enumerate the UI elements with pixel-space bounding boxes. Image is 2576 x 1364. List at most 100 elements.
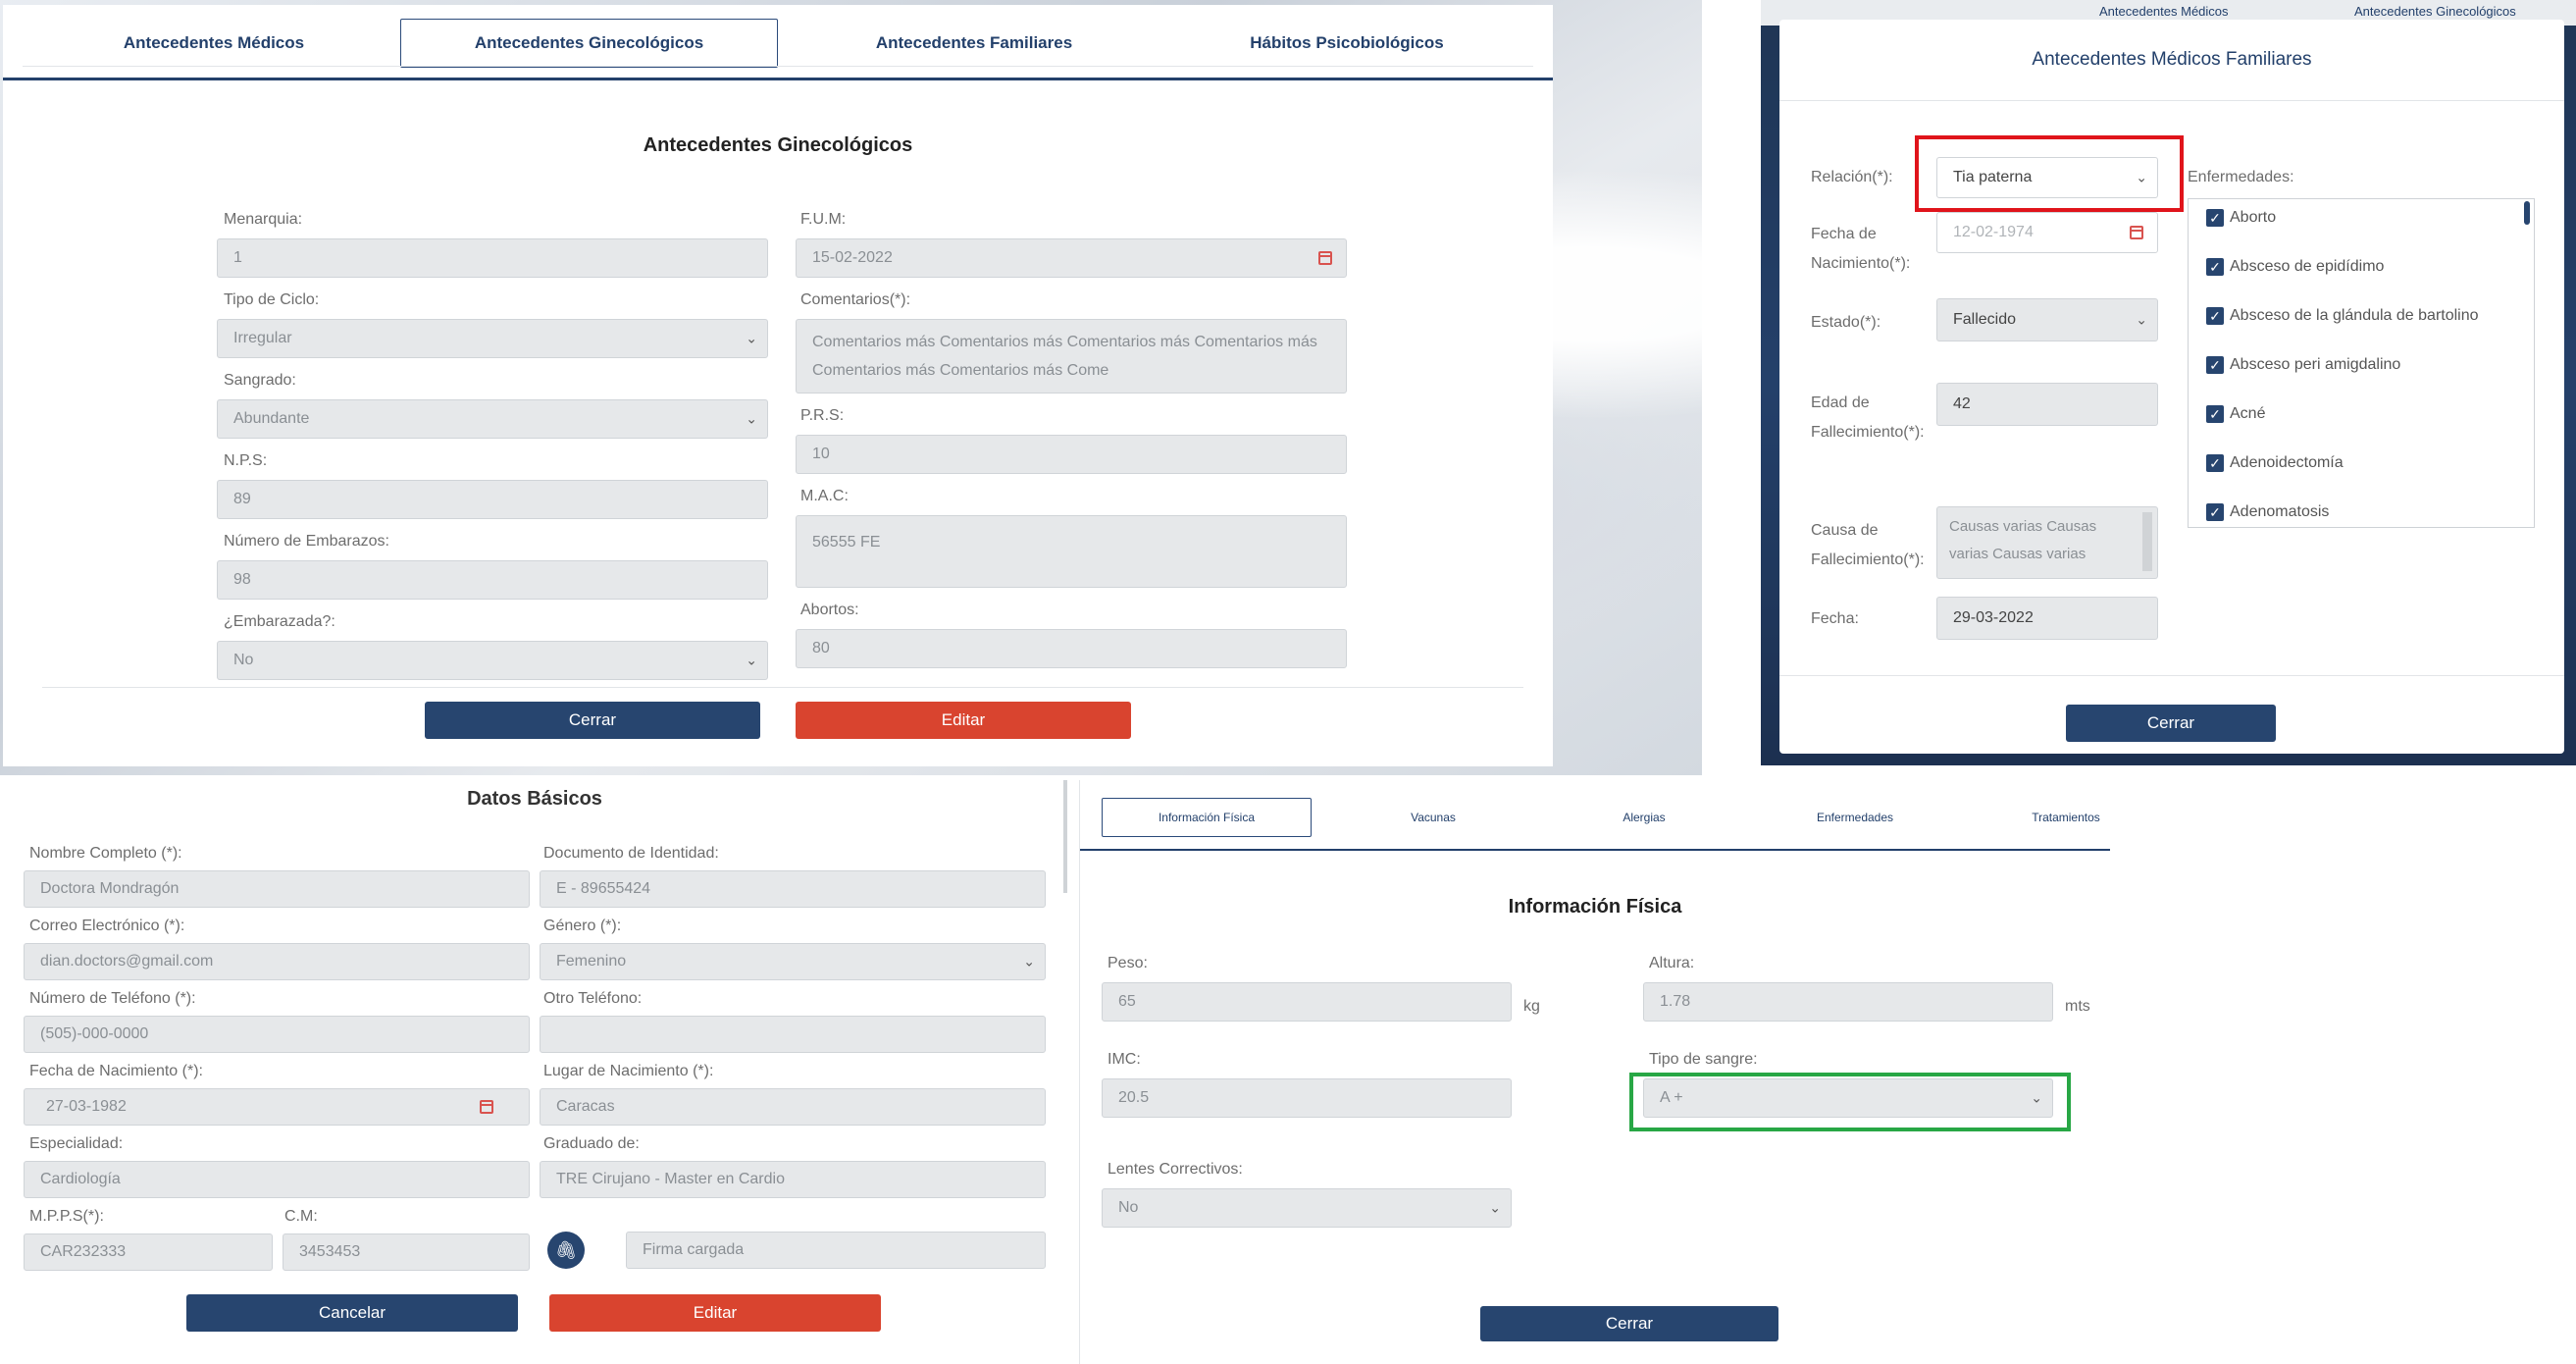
prs-label: P.R.S: [800, 407, 845, 424]
relacion-highlight [1915, 135, 2184, 212]
prs-input[interactable]: 10 [796, 435, 1347, 474]
causa-scrollbar[interactable] [2142, 512, 2152, 571]
checkbox-checked-icon[interactable]: ✓ [2206, 454, 2224, 472]
tipo-sangre-label: Tipo de sangre: [1649, 1051, 1758, 1068]
cerrar-button[interactable]: Cerrar [1480, 1306, 1778, 1341]
firma-input[interactable]: Firma cargada [626, 1232, 1046, 1269]
sangrado-label: Sangrado: [224, 372, 296, 389]
correo-input[interactable]: dian.doctors@gmail.com [24, 943, 530, 980]
fum-label: F.U.M: [800, 211, 847, 228]
calendar-icon[interactable] [480, 1100, 493, 1114]
enfermedad-item[interactable]: ✓ Adenomatosis [2206, 503, 2329, 521]
correo-label: Correo Electrónico (*): [29, 918, 185, 934]
tab-antecedentes-familiares[interactable]: Antecedentes Familiares [827, 19, 1121, 68]
list-scrollbar[interactable] [2524, 201, 2530, 225]
comentarios-textarea[interactable]: Comentarios más Comentarios más Comentar… [796, 319, 1347, 393]
edad-label-2: Fallecimiento(*): [1811, 424, 1925, 441]
nps-input[interactable]: 89 [217, 480, 768, 519]
documento-input[interactable]: E - 89655424 [540, 870, 1046, 908]
calendar-icon[interactable] [1318, 251, 1332, 265]
especialidad-label: Especialidad: [29, 1135, 124, 1152]
lentes-select[interactable]: No ⌄ [1102, 1188, 1512, 1228]
tab-alergias[interactable]: Alergias [1566, 798, 1723, 837]
sangrado-value: Abundante [233, 410, 310, 427]
paperclip-icon[interactable]: 🖇 [547, 1232, 585, 1269]
estado-label: Estado(*): [1811, 314, 1881, 331]
menarquia-input[interactable]: 1 [217, 238, 768, 278]
graduado-input[interactable]: TRE Cirujano - Master en Cardio [540, 1161, 1046, 1198]
fecha-nac-input[interactable]: 12-02-1974 [1936, 212, 2158, 253]
fecha-nac-label-2: Nacimiento(*): [1811, 255, 1911, 272]
fecha-nac-label-1: Fecha de [1811, 226, 1877, 242]
enfermedad-item[interactable]: ✓ Absceso peri amigdalino [2206, 356, 2400, 374]
fum-date-input[interactable]: 15-02-2022 [796, 238, 1347, 278]
comentarios-label: Comentarios(*): [800, 291, 911, 308]
num-embarazos-input[interactable]: 98 [217, 560, 768, 600]
mac-textarea[interactable]: 56555 FE [796, 515, 1347, 588]
editar-button[interactable]: Editar [796, 702, 1131, 739]
causa-textarea[interactable]: Causas varias Causas varias Causas varia… [1936, 506, 2158, 579]
editar-button[interactable]: Editar [549, 1294, 881, 1332]
fecha-nac-input[interactable]: 27-03-1982 [24, 1088, 530, 1126]
tab-antecedentes-ginecologicos[interactable]: Antecedentes Ginecológicos [400, 19, 778, 68]
relacion-label: Relación(*): [1811, 169, 1893, 185]
edad-input[interactable]: 42 [1936, 383, 2158, 426]
checkbox-checked-icon[interactable]: ✓ [2206, 405, 2224, 423]
fecha-input[interactable]: 29-03-2022 [1936, 597, 2158, 640]
tab-antecedentes-medicos[interactable]: Antecedentes Médicos [91, 19, 336, 68]
tab-enfermedades[interactable]: Enfermedades [1777, 798, 1933, 837]
enfermedades-list[interactable]: ✓ Aborto ✓ Absceso de epidídimo ✓ Absceso d… [2188, 198, 2535, 528]
mpps-input[interactable]: CAR232333 [24, 1233, 273, 1271]
embarazada-label: ¿Embarazada?: [224, 613, 335, 630]
calendar-icon[interactable] [2130, 226, 2143, 239]
sangrado-select[interactable]: Abundante ⌄ [217, 399, 768, 439]
tipo-ciclo-label: Tipo de Ciclo: [224, 291, 320, 308]
checkbox-checked-icon[interactable]: ✓ [2206, 209, 2224, 227]
enfermedad-item[interactable]: ✓ Absceso de la glándula de bartolino [2206, 307, 2479, 325]
abortos-input[interactable]: 80 [796, 629, 1347, 668]
especialidad-input[interactable]: Cardiología [24, 1161, 530, 1198]
embarazada-select[interactable]: No ⌄ [217, 641, 768, 680]
cerrar-button[interactable]: Cerrar [425, 702, 760, 739]
lugar-nac-label: Lugar de Nacimiento (*): [543, 1063, 714, 1079]
tab-informacion-fisica[interactable]: Información Física [1102, 798, 1312, 837]
edad-label-1: Edad de [1811, 394, 1870, 411]
abortos-label: Abortos: [800, 602, 859, 618]
imc-input[interactable]: 20.5 [1102, 1078, 1512, 1118]
menarquia-label: Menarquia: [224, 211, 303, 228]
lugar-nac-input[interactable]: Caracas [540, 1088, 1046, 1126]
checkbox-checked-icon[interactable]: ✓ [2206, 356, 2224, 374]
modal-title: Antecedentes Médicos Familiares [2032, 49, 2312, 70]
page-title: Antecedentes Ginecológicos [643, 134, 913, 156]
tipo-ciclo-select[interactable]: Irregular ⌄ [217, 319, 768, 358]
cancelar-button[interactable]: Cancelar [186, 1294, 518, 1332]
otro-telefono-input[interactable] [540, 1016, 1046, 1053]
modal-header-rule [1779, 100, 2564, 101]
cm-label: C.M: [284, 1208, 318, 1225]
chevron-down-icon: ⌄ [746, 652, 757, 668]
genero-select[interactable]: Femenino ⌄ [540, 943, 1046, 980]
fum-value: 15-02-2022 [812, 249, 893, 266]
checkbox-checked-icon[interactable]: ✓ [2206, 503, 2224, 521]
altura-input[interactable]: 1.78 [1643, 982, 2053, 1022]
checkbox-checked-icon[interactable]: ✓ [2206, 258, 2224, 276]
cerrar-button[interactable]: Cerrar [2066, 705, 2276, 742]
gyn-panel: Antecedentes Médicos Antecedentes Gineco… [3, 5, 1553, 766]
telefono-input[interactable]: (505)-000-0000 [24, 1016, 530, 1053]
telefono-label: Número de Teléfono (*): [29, 990, 196, 1007]
tab-tratamientos[interactable]: Tratamientos [1987, 798, 2144, 837]
peso-input[interactable]: 65 [1102, 982, 1512, 1022]
chevron-down-icon: ⌄ [746, 410, 757, 427]
enfermedad-item[interactable]: ✓ Aborto [2206, 209, 2276, 227]
tab-habitos-psicobiologicos[interactable]: Hábitos Psicobiológicos [1200, 19, 1494, 68]
tab-vacunas[interactable]: Vacunas [1355, 798, 1512, 837]
estado-select[interactable]: Fallecido ⌄ [1936, 298, 2158, 341]
enfermedad-item[interactable]: ✓ Absceso de epidídimo [2206, 258, 2384, 276]
chevron-down-icon: ⌄ [1489, 1199, 1501, 1216]
enfermedad-item[interactable]: ✓ Acné [2206, 405, 2265, 423]
imc-label: IMC: [1108, 1051, 1141, 1068]
checkbox-checked-icon[interactable]: ✓ [2206, 307, 2224, 325]
cm-input[interactable]: 3453453 [283, 1233, 530, 1271]
nombre-input[interactable]: Doctora Mondragón [24, 870, 530, 908]
enfermedad-item[interactable]: ✓ Adenoidectomía [2206, 454, 2344, 472]
